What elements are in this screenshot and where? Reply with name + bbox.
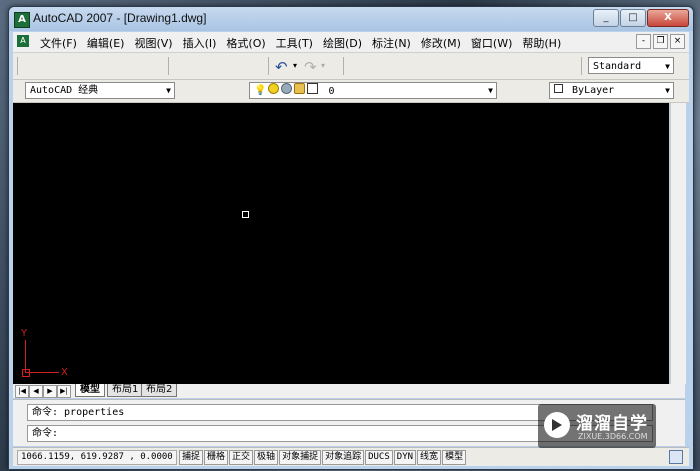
ucs-y-axis xyxy=(25,340,26,372)
undo-icon[interactable]: ↶ xyxy=(275,58,288,76)
minimize-button[interactable]: _ xyxy=(593,9,619,27)
tab-model[interactable]: 模型 xyxy=(75,384,105,397)
lineweight-toggle[interactable]: 线宽 xyxy=(417,450,442,465)
tab-layout2[interactable]: 布局2 xyxy=(141,384,178,397)
layers-toolbar: AutoCAD 经典 ▼ 💡 0 ▼ ByLayer ▼ xyxy=(13,80,689,103)
menu-bar: A 文件(F) 编辑(E) 视图(V) 插入(I) 格式(O) 工具(T) 绘图… xyxy=(13,32,689,53)
snap-toggle[interactable]: 捕捉 xyxy=(179,450,204,465)
close-button[interactable]: X xyxy=(647,9,689,27)
caption-buttons: _ □ X xyxy=(593,9,689,27)
text-style-combo[interactable]: Standard ▼ xyxy=(588,57,674,74)
autocad-window: A AutoCAD 2007 - [Drawing1.dwg] _ □ X A … xyxy=(8,6,694,470)
toolbar-separator xyxy=(343,57,344,75)
color-combo[interactable]: ByLayer ▼ xyxy=(549,82,674,99)
ortho-toggle[interactable]: 正交 xyxy=(229,450,254,465)
play-logo-icon xyxy=(544,412,570,438)
lock-icon xyxy=(294,83,306,94)
standard-toolbar: ↶ ▾ ↷ ▾ Standard ▼ xyxy=(13,53,689,80)
toolbar-separator xyxy=(581,57,582,75)
undo-dropdown-icon[interactable]: ▾ xyxy=(293,61,297,70)
tab-last-button[interactable]: ▶| xyxy=(57,385,71,398)
status-bar: 1066.1159, 619.9287 , 0.0000 捕捉 栅格 正交 极轴… xyxy=(13,447,689,466)
maximize-button[interactable]: □ xyxy=(620,9,646,27)
doc-close-button[interactable]: × xyxy=(670,34,685,49)
color-value: ByLayer xyxy=(572,85,615,96)
tab-first-button[interactable]: |◀ xyxy=(15,385,29,398)
layout-tabs: |◀ ◀ ▶ ▶| 模型 布局1 布局2 xyxy=(13,384,685,398)
redo-icon[interactable]: ↷ xyxy=(304,58,317,76)
chevron-down-icon[interactable]: ▼ xyxy=(665,58,670,75)
grid-toggle[interactable]: 栅格 xyxy=(204,450,229,465)
menu-format[interactable]: 格式(O) xyxy=(221,35,270,51)
sun-icon xyxy=(268,83,280,94)
layer-combo[interactable]: 💡 0 ▼ xyxy=(249,82,497,99)
ucs-x-label: X xyxy=(61,367,68,378)
ucs-y-label: Y xyxy=(21,328,28,339)
workspace-combo[interactable]: AutoCAD 经典 ▼ xyxy=(25,82,175,99)
text-style-value: Standard xyxy=(593,61,642,72)
menu-edit[interactable]: 编辑(E) xyxy=(82,35,130,51)
document-buttons: - ❐ × xyxy=(636,34,685,49)
watermark-title: 溜溜自学 xyxy=(576,414,648,434)
menu-tools[interactable]: 工具(T) xyxy=(271,35,318,51)
watermark-url: ZIXUE.3D66.COM xyxy=(578,432,648,441)
tab-prev-button[interactable]: ◀ xyxy=(29,385,43,398)
ducs-toggle[interactable]: DUCS xyxy=(365,450,393,465)
menu-items: 文件(F) 编辑(E) 视图(V) 插入(I) 格式(O) 工具(T) 绘图(D… xyxy=(35,35,566,51)
layer-value: 0 xyxy=(328,86,335,97)
doc-restore-button[interactable]: ❐ xyxy=(653,34,668,49)
tab-layout1[interactable]: 布局1 xyxy=(107,384,144,397)
autocad-app-icon[interactable]: A xyxy=(14,12,30,28)
watermark-overlay: 溜溜自学 ZIXUE.3D66.COM xyxy=(538,404,656,448)
model-toggle[interactable]: 模型 xyxy=(442,450,467,465)
ucs-origin-icon xyxy=(22,369,30,377)
window-title: AutoCAD 2007 - [Drawing1.dwg] xyxy=(33,11,207,25)
menu-dimension[interactable]: 标注(N) xyxy=(367,35,416,51)
menu-file[interactable]: 文件(F) xyxy=(35,35,82,51)
color-swatch-icon xyxy=(554,84,563,93)
menu-draw[interactable]: 绘图(D) xyxy=(318,35,367,51)
menu-modify[interactable]: 修改(M) xyxy=(416,35,466,51)
redo-dropdown-icon[interactable]: ▾ xyxy=(321,61,325,70)
vertical-scrollbar[interactable] xyxy=(670,103,686,384)
freeze-icon xyxy=(281,83,293,94)
coordinates-readout[interactable]: 1066.1159, 619.9287 , 0.0000 xyxy=(17,450,177,465)
document-icon[interactable]: A xyxy=(17,35,29,47)
status-toggles: 捕捉 栅格 正交 极轴 对象捕捉 对象追踪 DUCS DYN 线宽 模型 xyxy=(179,450,467,465)
lightbulb-icon: 💡 xyxy=(254,85,267,96)
otrack-toggle[interactable]: 对象追踪 xyxy=(322,450,365,465)
polar-toggle[interactable]: 极轴 xyxy=(254,450,279,465)
toolbar-separator xyxy=(268,57,269,75)
layer-color-swatch-icon xyxy=(307,83,319,94)
drawing-canvas[interactable]: Y X xyxy=(13,103,669,384)
tab-next-button[interactable]: ▶ xyxy=(43,385,57,398)
chevron-down-icon[interactable]: ▼ xyxy=(166,83,171,99)
doc-minimize-button[interactable]: - xyxy=(636,34,651,49)
menu-help[interactable]: 帮助(H) xyxy=(517,35,566,51)
menu-view[interactable]: 视图(V) xyxy=(129,35,177,51)
osnap-toggle[interactable]: 对象捕捉 xyxy=(279,450,322,465)
tray-settings-icon[interactable] xyxy=(669,450,683,464)
menu-insert[interactable]: 插入(I) xyxy=(178,35,222,51)
chevron-down-icon[interactable]: ▼ xyxy=(665,83,670,99)
chevron-down-icon[interactable]: ▼ xyxy=(488,83,493,99)
layer-state-icons: 💡 xyxy=(254,83,319,99)
toolbar-separator xyxy=(168,57,169,75)
workspace-value: AutoCAD 经典 xyxy=(30,85,99,96)
crosshair-cursor xyxy=(242,211,249,218)
toolbar-grip[interactable] xyxy=(17,57,18,75)
title-bar[interactable]: A AutoCAD 2007 - [Drawing1.dwg] _ □ X xyxy=(9,7,693,31)
dyn-toggle[interactable]: DYN xyxy=(393,450,417,465)
ucs-x-axis xyxy=(25,372,59,373)
menu-window[interactable]: 窗口(W) xyxy=(466,35,517,51)
